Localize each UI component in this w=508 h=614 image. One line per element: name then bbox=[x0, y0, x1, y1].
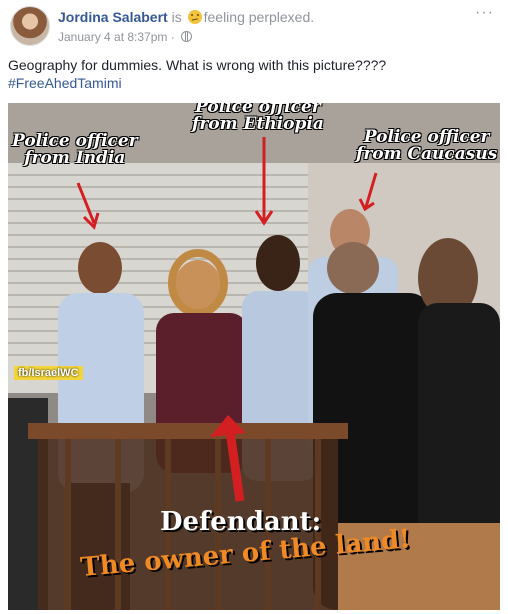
meta-separator: · bbox=[170, 30, 175, 44]
label-ethiopia-line2: from Ethiopia bbox=[192, 114, 324, 134]
globe-icon[interactable] bbox=[181, 31, 193, 42]
label-india-line2: from India bbox=[24, 148, 126, 168]
perplexed-emoji-icon bbox=[187, 10, 202, 24]
label-caucasus: Police officer from Caucasus bbox=[356, 129, 497, 163]
label-caucasus-line2: from Caucasus bbox=[356, 144, 498, 164]
hashtag-link[interactable]: #FreeAhedTamimi bbox=[8, 74, 498, 92]
more-options-icon[interactable]: ··· bbox=[475, 4, 494, 22]
watermark: fb/IsraelWC bbox=[14, 366, 83, 380]
post-body: Geography for dummies. What is wrong wit… bbox=[8, 57, 387, 73]
post-timestamp[interactable]: January 4 at 8:37pm bbox=[58, 30, 167, 44]
post-text: Geography for dummies. What is wrong wit… bbox=[8, 56, 498, 92]
label-ethiopia: Police officer from Ethiopia bbox=[192, 103, 324, 133]
post-photo[interactable]: Police officer from India Police officer… bbox=[8, 103, 500, 610]
author-line: Jordina Salabert is feeling perplexed. bbox=[58, 9, 314, 25]
author-name[interactable]: Jordina Salabert bbox=[58, 9, 168, 25]
post-header: Jordina Salabert is feeling perplexed. J… bbox=[10, 4, 500, 50]
post-meta: January 4 at 8:37pm · bbox=[58, 30, 193, 44]
is-text: is bbox=[171, 9, 182, 25]
defendant-caption: Defendant: bbox=[160, 507, 322, 537]
author-avatar[interactable] bbox=[10, 6, 50, 46]
label-india: Police officer from India bbox=[12, 133, 138, 167]
feeling-text: feeling perplexed. bbox=[203, 9, 315, 25]
facebook-post: Jordina Salabert is feeling perplexed. J… bbox=[0, 0, 508, 614]
